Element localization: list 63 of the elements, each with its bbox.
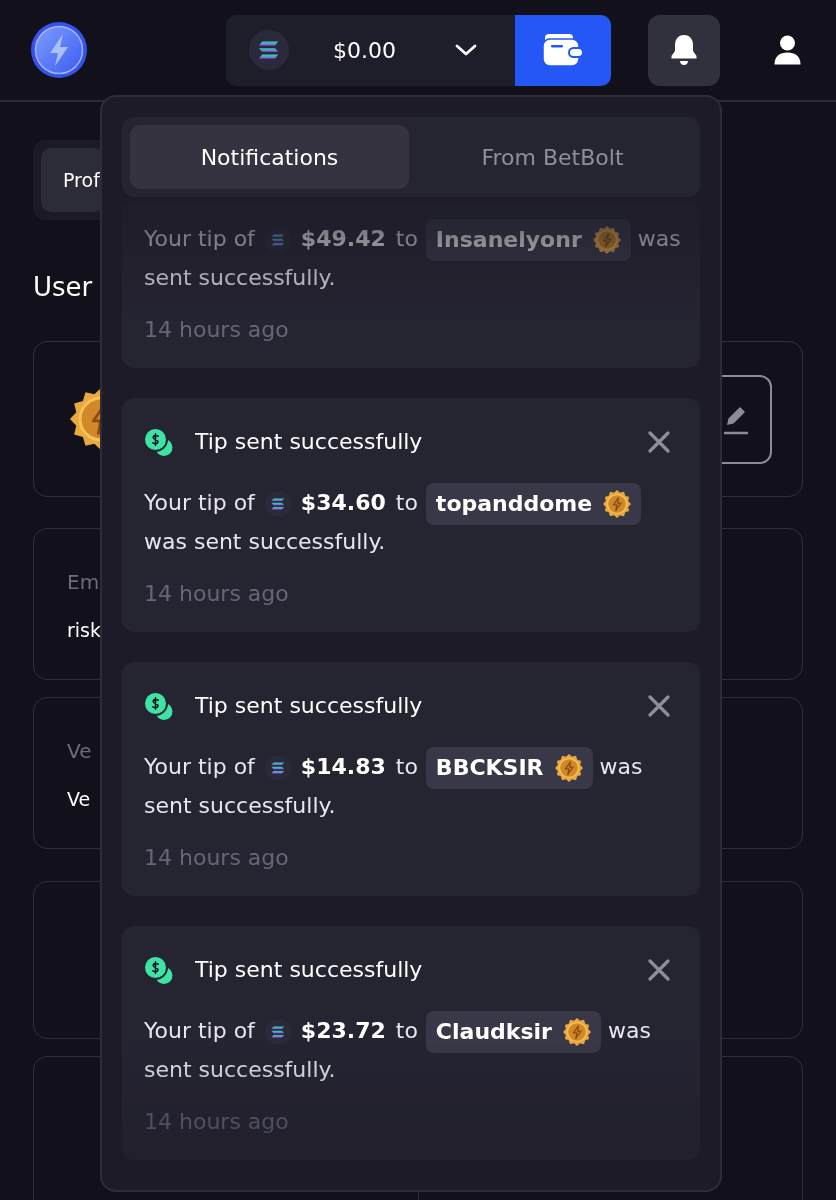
notification-time: 14 hours ago [144,843,289,872]
section-heading: User [33,271,93,303]
balance-amount: $0.00 [333,37,396,63]
close-button[interactable] [648,694,670,717]
coins-icon [144,427,173,456]
notifications-button[interactable] [648,14,720,86]
notification-time: 14 hours ago [144,579,289,608]
notification-time: 14 hours ago [144,315,289,344]
field-label: Em [67,569,100,596]
wallet-button[interactable] [515,14,611,86]
bell-icon [670,34,698,66]
badge-icon [562,1017,591,1046]
message-text: was [637,224,681,253]
username: BBCKSIR [435,753,544,782]
close-icon [648,430,670,453]
user-icon [774,35,801,65]
message-text: Your tip of [144,1016,255,1045]
badge-icon [603,489,632,518]
message-text: was [607,1016,651,1045]
coins-icon [144,955,173,984]
profile-button[interactable] [774,35,801,65]
username: topanddome [435,489,593,518]
tip-amount: $14.83 [300,752,386,781]
tip-amount: $49.42 [300,224,386,253]
message-text: sent successfully. [144,263,336,292]
message-text: sent successfully. [144,1055,336,1084]
close-button[interactable] [648,958,670,981]
field-value: Ve [67,787,91,812]
message-text: to [395,752,418,781]
chevron-down-icon [455,44,477,56]
message-text: was sent successfully. [144,527,386,556]
balance-selector[interactable]: $0.00 [226,14,515,86]
field-value: risk [67,618,101,643]
field-label: Ve [67,738,92,765]
notification-tab[interactable]: From BetBolt [413,125,692,189]
message-text: Your tip of [144,224,255,253]
solana-icon [264,754,291,781]
tip-amount: $23.72 [300,1016,386,1045]
message-text: to [395,488,418,517]
message-text: sent successfully. [144,791,336,820]
wallet-icon [542,33,584,67]
logo-icon[interactable] [30,21,88,79]
message-text: was [599,752,643,781]
close-button[interactable] [648,430,670,453]
coins-icon [144,691,173,720]
solana-icon [264,490,291,517]
message-text: Your tip of [144,488,255,517]
username: Claudksir [435,1017,552,1046]
badge-icon [592,225,621,254]
notification-tab[interactable]: Notifications [130,125,409,189]
notification-title: Tip sent successfully [195,957,423,982]
tip-amount: $34.60 [300,488,386,517]
message-text: to [395,224,418,253]
message-text: Your tip of [144,752,255,781]
message-text: to [395,1016,418,1045]
close-icon [648,694,670,717]
username: Insanelyonr [435,225,582,254]
solana-icon [249,30,289,70]
notification-title: Tip sent successfully [195,429,423,454]
badge-icon [554,753,583,782]
notification-title: Tip sent successfully [195,693,423,718]
solana-icon [264,1018,291,1045]
close-icon [648,958,670,981]
